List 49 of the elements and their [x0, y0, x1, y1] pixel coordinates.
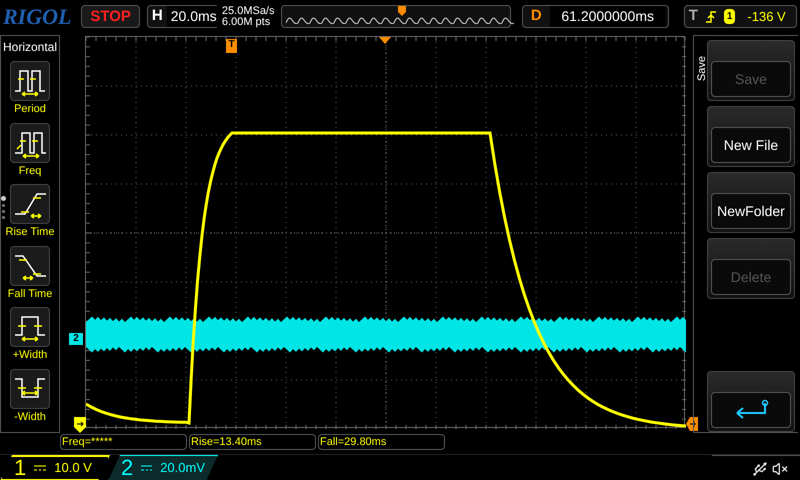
- measure-label: Freq: [18, 164, 42, 178]
- back-button[interactable]: [711, 392, 791, 428]
- measurement-readout: Fall=29.80ms: [318, 434, 445, 450]
- trigger-position-icon: [379, 37, 391, 44]
- timebase-label: H: [150, 6, 164, 26]
- measurement-readout: Freq=*****: [60, 434, 187, 450]
- channel-scale-tab[interactable]: 2 20.0mV: [108, 455, 218, 480]
- measure-button[interactable]: [10, 184, 50, 224]
- trigger-source: 1: [724, 9, 736, 24]
- measure-label: Fall Time: [8, 286, 52, 302]
- usb-icon: [752, 460, 768, 476]
- trigger-label: T: [688, 6, 698, 26]
- measure-label: Rise Time: [6, 225, 54, 240]
- sample-rate: 25.0MSa/s: [222, 6, 276, 16]
- ground-marker-icon: [74, 417, 86, 433]
- measure-label: +Width: [12, 348, 48, 363]
- menu-title: Save: [695, 56, 709, 82]
- trigger-level: -136 V: [747, 8, 786, 26]
- menu-title: Horizontal: [2, 39, 58, 56]
- memory-depth: 6.00M pts: [222, 16, 272, 28]
- channel-scale: 10.0 V: [54, 459, 92, 478]
- dc-coupling-icon: [34, 464, 46, 472]
- measure-button[interactable]: [10, 122, 50, 162]
- menu-button[interactable]: New File: [711, 127, 791, 163]
- measure-label: Period: [14, 102, 46, 117]
- channel-number: 1: [14, 457, 26, 479]
- measure-button[interactable]: [10, 246, 50, 286]
- brand-logo: RIGOL: [3, 3, 72, 31]
- measurement-readout: Rise=13.40ms: [189, 434, 316, 450]
- measure-label: -Width: [14, 410, 46, 424]
- delay-value: 61.2000000ms: [550, 6, 666, 27]
- channel-scale: 20.0mV: [160, 459, 205, 478]
- trigger-position-icon: [398, 6, 406, 16]
- dc-coupling-icon: [141, 464, 152, 472]
- overview-wave-icon: [286, 15, 514, 25]
- delay-label: D: [530, 6, 543, 26]
- measure-button[interactable]: [10, 307, 50, 347]
- menu-button[interactable]: NewFolder: [711, 193, 791, 229]
- measure-button[interactable]: [10, 368, 50, 408]
- trigger-marker: T: [226, 39, 237, 53]
- speaker-muted-icon: [772, 460, 788, 476]
- measure-button[interactable]: [10, 61, 50, 101]
- channel-scale-tab[interactable]: 1 10.0 V: [0, 455, 110, 480]
- rising-edge-icon: [706, 10, 716, 24]
- trigger-level-icon: [686, 417, 698, 431]
- channel-number: 2: [121, 457, 134, 479]
- run-stop-button[interactable]: STOP: [81, 5, 140, 28]
- timebase-value: 20.0ms: [166, 6, 221, 27]
- channel-marker: 2: [69, 333, 83, 345]
